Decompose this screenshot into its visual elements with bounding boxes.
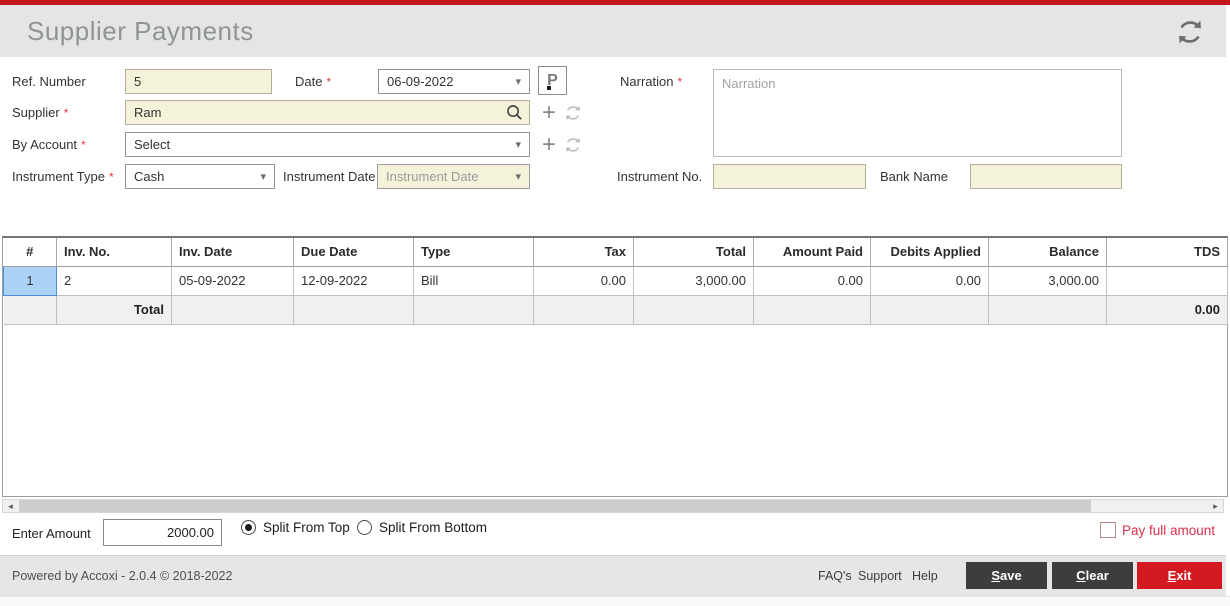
page-title: Supplier Payments: [27, 16, 254, 46]
instrument-date-label: Instrument Date: [283, 169, 376, 184]
bank-name-label: Bank Name: [880, 169, 948, 184]
help-link[interactable]: Help: [912, 569, 938, 583]
invoices-grid: # Inv. No. Inv. Date Due Date Type Tax T…: [2, 236, 1228, 497]
exit-button[interactable]: Exit: [1137, 562, 1222, 589]
by-account-dropdown[interactable]: Select ▾: [125, 132, 530, 157]
col-header-balance: Balance: [988, 238, 1107, 267]
col-header-inv-date: Inv. Date: [171, 238, 294, 267]
split-from-top-radio[interactable]: Split From Top: [241, 520, 350, 535]
cell-total: 3,000.00: [633, 266, 754, 296]
col-header-tax: Tax: [533, 238, 634, 267]
refresh-icon: [1174, 16, 1208, 48]
col-header-debits-applied: Debits Applied: [870, 238, 989, 267]
col-header-total: Total: [633, 238, 754, 267]
grid-total-row: Total 0.00: [3, 295, 1228, 325]
chevron-down-icon: ▾: [515, 139, 521, 151]
col-header-tds: TDS: [1106, 238, 1228, 267]
checkbox-icon: [1100, 522, 1116, 538]
total-row-label: Total: [56, 295, 172, 325]
ref-number-input[interactable]: [125, 69, 272, 94]
date-label: Date *: [295, 74, 332, 89]
cell-inv-date: 05-09-2022: [171, 266, 294, 296]
enter-amount-label: Enter Amount: [12, 526, 91, 541]
scroll-right-arrow-icon[interactable]: ▸: [1208, 500, 1223, 512]
instrument-type-dropdown[interactable]: Cash ▾: [125, 164, 275, 189]
cell-due-date: 12-09-2022: [293, 266, 414, 296]
support-link[interactable]: Support: [858, 569, 902, 583]
instrument-date-value: Instrument Date: [386, 169, 479, 184]
search-icon: [505, 103, 524, 122]
col-header-type: Type: [413, 238, 534, 267]
required-marker: *: [63, 106, 69, 120]
cell-type: Bill: [413, 266, 534, 296]
required-marker: *: [326, 75, 332, 89]
instrument-no-input[interactable]: [713, 164, 866, 189]
horizontal-scrollbar[interactable]: ◂ ▸: [2, 499, 1224, 513]
reload-supplier-button[interactable]: [563, 100, 585, 125]
bank-name-input[interactable]: [970, 164, 1122, 189]
enter-amount-input[interactable]: [103, 519, 222, 546]
col-header-index: #: [3, 238, 57, 267]
refresh-page-button[interactable]: [1174, 15, 1208, 49]
refresh-icon: [563, 103, 585, 123]
scrollbar-thumb[interactable]: [19, 500, 1091, 512]
payment-icon: P: [547, 71, 558, 89]
add-account-button[interactable]: +: [538, 132, 560, 157]
col-header-amount-paid: Amount Paid: [753, 238, 871, 267]
chevron-down-icon: ▾: [515, 171, 521, 183]
payment-mode-button[interactable]: P: [538, 66, 567, 95]
narration-textarea[interactable]: [713, 69, 1122, 157]
cell-amount-paid: 0.00: [753, 266, 871, 296]
plus-icon: +: [541, 131, 556, 158]
scroll-left-arrow-icon[interactable]: ◂: [3, 500, 18, 512]
date-dropdown[interactable]: 06-09-2022 ▾: [378, 69, 530, 94]
col-header-inv-no: Inv. No.: [56, 238, 172, 267]
footer-bar: Powered by Accoxi - 2.0.4 © 2018-2022 FA…: [0, 555, 1226, 596]
chevron-down-icon: ▾: [515, 76, 521, 88]
cell-inv-no: 2: [56, 266, 172, 296]
invoice-row[interactable]: 1 2 05-09-2022 12-09-2022 Bill 0.00 3,00…: [3, 265, 1228, 296]
cell-tax: 0.00: [533, 266, 634, 296]
cell-debits-applied: 0.00: [870, 266, 989, 296]
save-button[interactable]: Save: [966, 562, 1047, 589]
radio-unselected-icon: [357, 520, 372, 535]
page-header: Supplier Payments: [0, 5, 1226, 57]
required-marker: *: [108, 170, 114, 184]
date-value: 06-09-2022: [387, 74, 454, 89]
supplier-search-button[interactable]: [501, 101, 527, 124]
by-account-label: By Account *: [12, 137, 86, 152]
narration-label: Narration *: [620, 74, 683, 89]
col-header-due-date: Due Date: [293, 238, 414, 267]
bottom-strip: [0, 596, 1230, 606]
supplier-label: Supplier *: [12, 105, 69, 120]
split-from-bottom-radio[interactable]: Split From Bottom: [357, 520, 487, 535]
pay-full-amount-checkbox[interactable]: Pay full amount: [1100, 522, 1215, 538]
total-tds-value: 0.00: [1106, 295, 1228, 325]
instrument-type-value: Cash: [134, 169, 165, 184]
plus-icon: +: [541, 99, 556, 126]
grid-header-row: # Inv. No. Inv. Date Due Date Type Tax T…: [3, 238, 1228, 267]
clear-button[interactable]: Clear: [1052, 562, 1133, 589]
faqs-link[interactable]: FAQ's: [818, 569, 852, 583]
ref-number-label: Ref. Number: [12, 74, 86, 89]
chevron-down-icon: ▾: [260, 171, 266, 183]
cell-tds[interactable]: [1106, 266, 1228, 296]
add-supplier-button[interactable]: +: [538, 100, 560, 125]
supplier-input[interactable]: [125, 100, 530, 125]
cell-balance: 3,000.00: [988, 266, 1107, 296]
supplier-payments-window: Supplier Payments Ref. Number Date* 06-0…: [0, 0, 1230, 606]
required-marker: *: [677, 75, 683, 89]
instrument-date-dropdown: Instrument Date ▾: [377, 164, 530, 189]
radio-selected-icon: [241, 520, 256, 535]
powered-by-text: Powered by Accoxi - 2.0.4 © 2018-2022: [12, 569, 233, 583]
instrument-type-label: Instrument Type *: [12, 169, 114, 184]
by-account-value: Select: [134, 137, 171, 152]
refresh-icon: [563, 135, 585, 155]
required-marker: *: [81, 138, 86, 152]
row-selector-cell[interactable]: 1: [3, 265, 57, 296]
reload-account-button[interactable]: [563, 132, 585, 157]
instrument-no-label: Instrument No.: [617, 169, 703, 184]
